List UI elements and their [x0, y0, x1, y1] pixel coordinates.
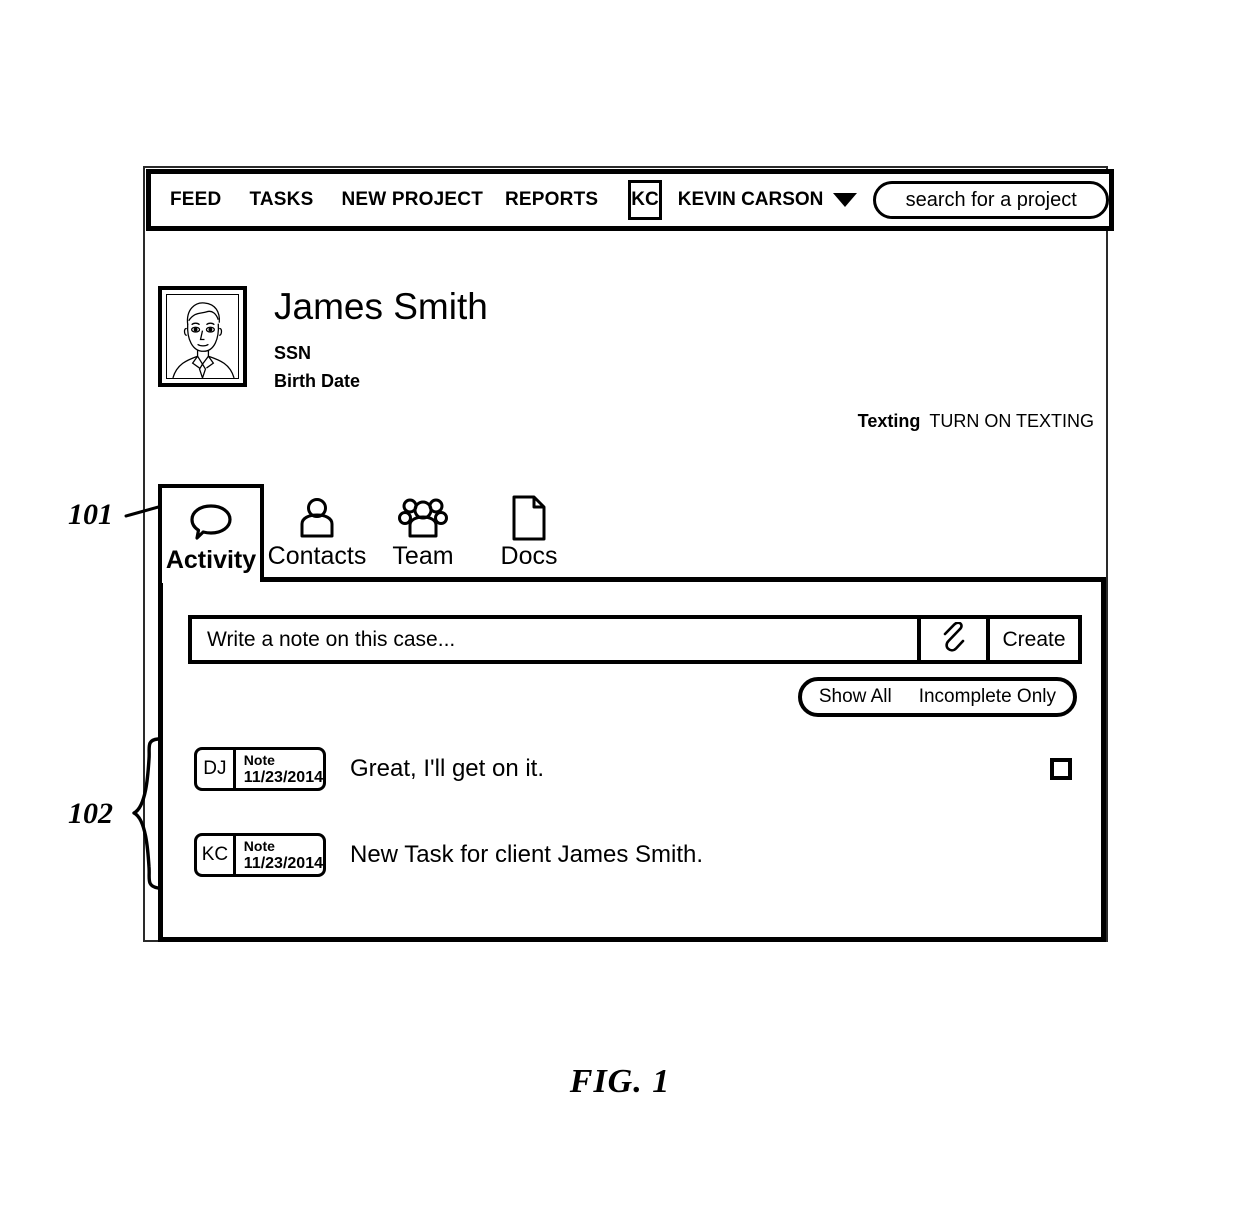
activity-author-initials: KC [197, 836, 236, 874]
activity-meta: Note 11/23/2014 [236, 750, 323, 788]
activity-row[interactable]: DJ Note 11/23/2014 Great, I'll get on it… [194, 747, 1079, 791]
activity-badge: DJ Note 11/23/2014 [194, 747, 326, 791]
activity-date-label: 11/23/2014 [243, 769, 323, 786]
tab-bar: Activity Contacts Team Docs [158, 484, 582, 579]
tab-team[interactable]: Team [370, 484, 476, 579]
create-button[interactable]: Create [986, 619, 1078, 660]
activity-meta: Note 11/23/2014 [236, 836, 323, 874]
avatar [158, 286, 247, 387]
user-initials-avatar[interactable]: KC [628, 180, 662, 220]
search-input-placeholder: search for a project [905, 188, 1077, 211]
brace-102 [132, 737, 160, 890]
activity-text: New Task for client James Smith. [350, 841, 704, 868]
reference-number-101: 101 [68, 498, 113, 531]
speech-bubble-icon [188, 500, 234, 544]
texting-row: Texting TURN ON TEXTING [858, 411, 1094, 432]
profile-field-ssn: SSN [274, 343, 312, 363]
activity-panel: Write a note on this case... Create Show… [158, 577, 1106, 942]
client-profile-header: James Smith SSN Birth Date [158, 286, 488, 394]
activity-author-initials: DJ [197, 750, 236, 788]
activity-complete-checkbox[interactable] [1050, 758, 1072, 780]
person-icon [295, 496, 339, 540]
nav-link-new-project[interactable]: NEW PROJECT [341, 189, 483, 211]
top-navigation-bar: FEED TASKS NEW PROJECT REPORTS KC KEVIN … [146, 169, 1114, 231]
note-input-placeholder: Write a note on this case... [207, 627, 456, 651]
chevron-down-icon[interactable] [833, 193, 858, 207]
texting-label: Texting [857, 411, 921, 431]
page-title: James Smith [274, 286, 488, 327]
nav-link-reports[interactable]: REPORTS [505, 189, 598, 211]
turn-on-texting-button[interactable]: TURN ON TEXTING [929, 411, 1094, 432]
user-name-label[interactable]: KEVIN CARSON [678, 189, 824, 211]
tab-activity-label: Activity [165, 546, 257, 574]
activity-row[interactable]: KC Note 11/23/2014 New Task for client J… [194, 833, 1079, 877]
nav-link-feed[interactable]: FEED [170, 189, 221, 211]
reference-number-102: 102 [68, 797, 113, 830]
activity-list: DJ Note 11/23/2014 Great, I'll get on it… [194, 747, 1079, 919]
activity-badge: KC Note 11/23/2014 [194, 833, 326, 877]
activity-text: Great, I'll get on it. [350, 755, 545, 782]
profile-field-birth-date: Birth Date [274, 371, 361, 391]
tab-activity[interactable]: Activity [158, 484, 264, 579]
note-composer: Write a note on this case... Create [188, 615, 1082, 664]
activity-type-label: Note [243, 752, 275, 768]
person-portrait-icon [166, 294, 239, 379]
attach-file-button[interactable] [917, 619, 986, 660]
create-button-label: Create [1002, 627, 1066, 651]
tab-contacts[interactable]: Contacts [264, 484, 370, 579]
profile-details: James Smith SSN Birth Date [274, 286, 488, 394]
nav-link-tasks[interactable]: TASKS [249, 189, 313, 211]
tab-docs-label: Docs [500, 542, 558, 570]
active-tab-notch [162, 573, 260, 583]
activity-date-label: 11/23/2014 [243, 855, 323, 872]
figure-caption: FIG. 1 [569, 1063, 671, 1100]
note-input[interactable]: Write a note on this case... [192, 619, 917, 660]
tab-team-label: Team [392, 542, 454, 570]
activity-type-label: Note [243, 838, 275, 854]
activity-filter-toggle: Show All Incomplete Only [797, 677, 1077, 717]
people-group-icon [396, 496, 450, 540]
search-input[interactable]: search for a project [873, 181, 1109, 219]
filter-show-all[interactable]: Show All [819, 686, 892, 708]
filter-incomplete-only[interactable]: Incomplete Only [919, 686, 1056, 708]
paperclip-icon [941, 621, 967, 657]
tab-docs[interactable]: Docs [476, 484, 582, 579]
document-page-icon [510, 495, 548, 541]
tab-contacts-label: Contacts [267, 542, 367, 570]
